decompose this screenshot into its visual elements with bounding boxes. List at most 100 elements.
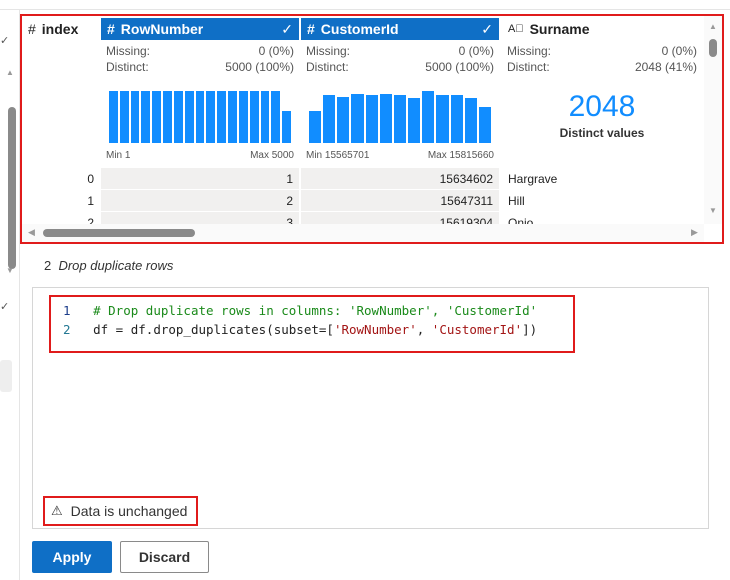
distinct-count: 2048: [568, 90, 636, 123]
side-item[interactable]: [0, 360, 12, 392]
scroll-left-icon[interactable]: ◀: [28, 227, 35, 238]
status-message: ⚠ Data is unchanged: [43, 496, 198, 526]
scrollbar-thumb[interactable]: [709, 39, 717, 57]
step-title: Drop duplicate rows: [58, 258, 174, 273]
apply-button[interactable]: Apply: [32, 541, 112, 573]
table-cell[interactable]: 1: [101, 168, 299, 189]
column-surname[interactable]: A⃞ Surname Missing: 0 (0%) Distinct: 2048 (…: [502, 18, 702, 168]
table-cell[interactable]: 2: [101, 190, 299, 211]
code-line-2: 2 df = df.drop_duplicates(subset=['RowNu…: [63, 320, 537, 340]
histogram-bar: [249, 91, 259, 143]
distinct-value: 5000 (100%): [425, 60, 494, 74]
discard-button[interactable]: Discard: [120, 541, 209, 573]
left-panel: ✓ ▲ ▼ ✓: [0, 10, 20, 580]
histogram-bar: [408, 98, 421, 143]
column-index[interactable]: # index: [22, 18, 100, 168]
scroll-up-icon[interactable]: ▲: [709, 22, 717, 31]
histogram: [109, 88, 293, 143]
column-title: RowNumber: [120, 21, 204, 37]
check-icon: ✓: [0, 301, 10, 313]
table-cell[interactable]: 15647311: [301, 190, 499, 211]
max-label: Max 15815660: [427, 150, 494, 161]
table-cell[interactable]: Hargrave: [502, 168, 702, 189]
table-row[interactable]: 0 1 15634602 Hargrave: [22, 168, 704, 190]
code-string: 'RowNumber': [333, 322, 417, 337]
histogram-bar: [309, 111, 322, 143]
scroll-down-icon[interactable]: ▼: [6, 266, 14, 275]
top-bar: [0, 0, 730, 10]
histogram-bar: [130, 91, 140, 143]
step-number: 2: [44, 258, 52, 273]
histogram-bar: [163, 91, 172, 143]
check-icon: ✓: [281, 20, 293, 37]
code-text: ,: [416, 322, 432, 337]
histogram-bar: [351, 94, 364, 143]
histogram-bar: [337, 97, 350, 143]
histogram-bar: [393, 95, 407, 143]
histogram-bar: [228, 91, 237, 143]
number-icon: #: [307, 21, 315, 37]
horizontal-scrollbar[interactable]: ◀ ▶: [22, 224, 704, 242]
code-text: df = df.drop_duplicates(subset=[: [93, 322, 334, 337]
vertical-scrollbar-thumb[interactable]: [8, 107, 16, 269]
table-row[interactable]: 1 2 15647311 Hill: [22, 190, 704, 212]
histogram-bar: [422, 91, 435, 143]
distinct-label: Distinct:: [106, 60, 149, 74]
check-icon: ✓: [481, 20, 493, 37]
histogram-bar: [119, 91, 129, 143]
distinct-value: 2048 (41%): [634, 60, 697, 74]
code-comment: # Drop duplicate rows in columns: 'RowNu…: [93, 303, 538, 318]
table-cell[interactable]: 0: [22, 168, 100, 189]
distinct-label: Distinct:: [306, 60, 349, 74]
missing-value: 0 (0%): [258, 44, 294, 58]
min-label: Min 1: [106, 150, 131, 161]
histogram-bar: [436, 95, 449, 143]
step-header: 2 Drop duplicate rows: [44, 258, 173, 273]
number-icon: #: [107, 21, 115, 37]
histogram-bar: [238, 91, 248, 143]
histogram-bar: [323, 95, 336, 143]
line-number: 1: [63, 303, 71, 318]
histogram-bar: [450, 95, 463, 143]
histogram-bar: [260, 91, 270, 143]
scroll-down-icon[interactable]: ▼: [709, 206, 717, 215]
histogram-bar: [206, 91, 216, 143]
histogram-bar: [464, 98, 477, 143]
histogram-bar: [379, 94, 392, 143]
missing-label: Missing:: [306, 44, 351, 58]
line-number: 2: [63, 322, 71, 337]
histogram-bar: [271, 91, 281, 143]
histogram-bar: [184, 91, 194, 143]
histogram-bar: [282, 110, 291, 143]
vertical-scrollbar[interactable]: ▲ ▼: [704, 16, 722, 224]
min-label: Min 15565701: [306, 150, 370, 161]
column-title: CustomerId: [320, 21, 399, 37]
histogram: [309, 88, 493, 143]
max-label: Max 5000: [250, 150, 294, 161]
table-cell[interactable]: 1: [22, 190, 100, 211]
text-icon: A⃞: [508, 23, 524, 35]
scroll-up-icon[interactable]: ▲: [6, 68, 14, 77]
scrollbar-thumb[interactable]: [43, 229, 195, 237]
histogram-bar: [109, 91, 118, 143]
code-line-1: 1 # Drop duplicate rows in columns: 'Row…: [63, 301, 537, 321]
code-editor[interactable]: 1 # Drop duplicate rows in columns: 'Row…: [32, 287, 709, 529]
column-title: index: [41, 21, 79, 37]
column-rownumber[interactable]: # RowNumber ✓ Missing: 0 (0%) Distinct: 5000…: [101, 18, 299, 168]
column-customerid[interactable]: # CustomerId ✓ Missing: 0 (0%) Distinct: 500…: [301, 18, 499, 168]
distinct-label: Distinct:: [507, 60, 550, 74]
status-text: Data is unchanged: [70, 503, 188, 519]
distinct-count-label: Distinct values: [559, 126, 645, 140]
data-grid: # index # RowNumber ✓ Missing: 0 (0%) Distin…: [20, 14, 724, 244]
number-icon: #: [28, 21, 36, 37]
missing-label: Missing:: [507, 44, 552, 58]
warning-icon: ⚠: [51, 503, 63, 518]
column-title: Surname: [529, 21, 590, 37]
table-cell[interactable]: Hill: [502, 190, 702, 211]
code-string: 'CustomerId': [431, 322, 523, 337]
scroll-right-icon[interactable]: ▶: [691, 227, 698, 238]
histogram-bar: [141, 91, 151, 143]
missing-label: Missing:: [106, 44, 151, 58]
table-cell[interactable]: 15634602: [301, 168, 499, 189]
check-icon: ✓: [0, 35, 10, 47]
